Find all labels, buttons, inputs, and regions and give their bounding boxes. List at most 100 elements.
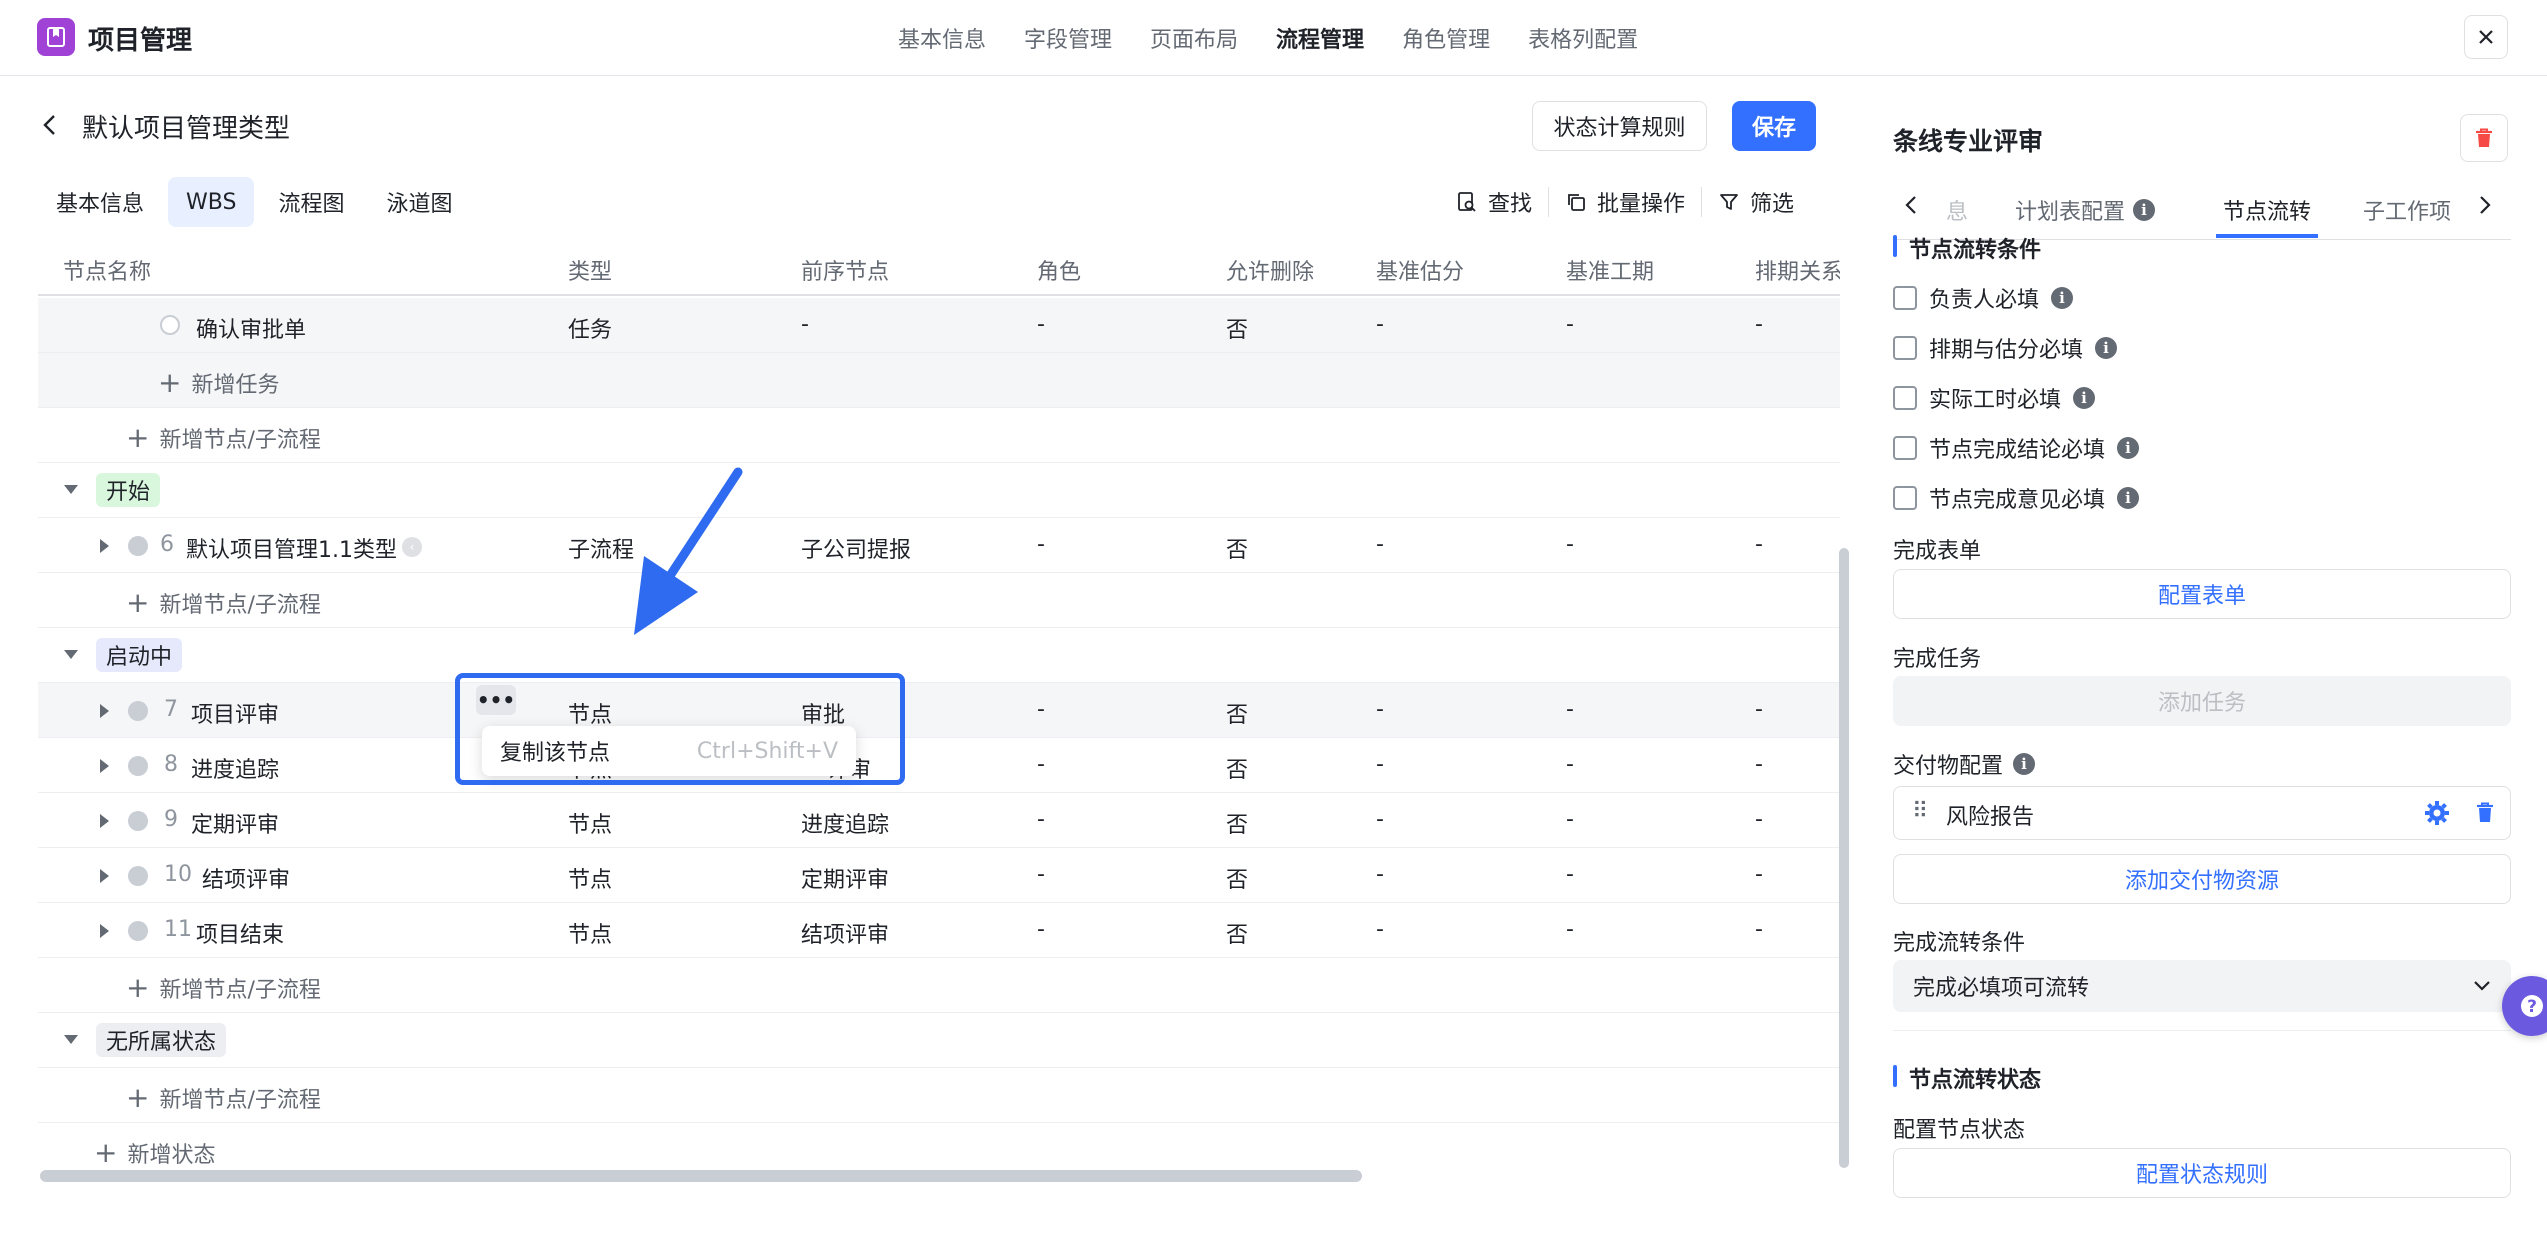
table-row[interactable]: 9 定期评审 节点 进度追踪 - 否 - - - — [38, 793, 1840, 848]
info-icon: i — [2095, 337, 2118, 359]
tab-prev-arrow[interactable] — [1903, 194, 1919, 216]
add-task-button[interactable]: 添加任务 — [1893, 676, 2511, 726]
panel-tabs: 息 计划表配置 i 节点流转 子工作项 — [1893, 180, 2511, 240]
wbs-table: 节点名称 类型 前序节点 角色 允许删除 基准估分 基准工期 排期关系 确认审批… — [38, 240, 1840, 1170]
check-schedule-required[interactable]: 排期与估分必填 i — [1893, 332, 2118, 364]
status-group-running[interactable]: 启动中 — [38, 628, 1840, 683]
table-row[interactable]: 7 项目评审 节点 审批 - 否 - - - — [38, 683, 1840, 738]
flow-condition-select[interactable]: 完成必填项可流转 — [1893, 960, 2511, 1012]
add-node-button[interactable]: + 新增节点/子流程 — [126, 972, 321, 1004]
node-estimate: - — [1376, 752, 1384, 777]
help-button[interactable]: ? — [2502, 976, 2547, 1036]
col-deletable: 允许删除 — [1226, 260, 1315, 285]
table-row[interactable]: 10 结项评审 节点 定期评审 - 否 - - - — [38, 848, 1840, 903]
checkbox[interactable] — [1893, 286, 1917, 310]
tab-sub-workitem[interactable]: 子工作项 — [2363, 194, 2451, 226]
plus-icon: + — [126, 971, 150, 1004]
check-conclusion-required[interactable]: 节点完成结论必填 i — [1893, 432, 2140, 464]
add-node-button[interactable]: + 新增节点/子流程 — [126, 587, 321, 619]
tab-page-layout[interactable]: 页面布局 — [1150, 22, 1238, 54]
tab-plan-config[interactable]: 计划表配置 i — [2015, 194, 2156, 226]
batch-button[interactable]: 批量操作 — [1549, 186, 1701, 218]
table-row[interactable]: 确认审批单 任务 - - 否 - - - — [38, 298, 1840, 353]
node-name: 默认项目管理1.1类型 — [186, 538, 397, 563]
expand-icon[interactable] — [100, 814, 109, 828]
deliverable-item[interactable]: ⠿ 风险报告 — [1893, 786, 2511, 840]
tab-wbs[interactable]: WBS — [168, 177, 255, 227]
horizontal-scrollbar[interactable] — [40, 1170, 1362, 1182]
tab-role-management[interactable]: 角色管理 — [1402, 22, 1490, 54]
tab-next-arrow[interactable] — [2477, 194, 2493, 216]
tab-table-columns[interactable]: 表格列配置 — [1528, 22, 1638, 54]
expand-icon[interactable] — [100, 704, 109, 718]
add-task-button[interactable]: + 新增任务 — [158, 367, 279, 399]
delete-node-button[interactable] — [2460, 114, 2508, 162]
table-row[interactable]: 11 项目结束 节点 结项评审 - 否 - - - — [38, 903, 1840, 958]
node-name: 结项评审 — [202, 868, 291, 893]
drag-handle-icon[interactable]: ⠿ — [1912, 799, 1928, 824]
status-group-none[interactable]: 无所属状态 — [38, 1013, 1840, 1068]
node-duration: - — [1566, 917, 1574, 942]
node-role: - — [1037, 917, 1045, 942]
search-button[interactable]: 查找 — [1440, 186, 1548, 218]
node-index: 10 — [164, 862, 192, 887]
tab-basic-info[interactable]: 基本信息 — [898, 22, 986, 54]
node-duration: - — [1566, 532, 1574, 557]
back-icon[interactable] — [40, 113, 60, 143]
node-role: - — [1037, 752, 1045, 777]
node-role: - — [1037, 807, 1045, 832]
filter-button[interactable]: 筛选 — [1702, 186, 1810, 218]
checkbox[interactable] — [1893, 386, 1917, 410]
deliverable-label: 交付物配置 i — [1893, 748, 2036, 780]
status-rule-button[interactable]: 状态计算规则 — [1532, 101, 1707, 151]
info-icon: i — [2073, 387, 2096, 409]
col-prev: 前序节点 — [801, 260, 890, 285]
checkbox[interactable] — [1893, 486, 1917, 510]
subflow-link-icon[interactable]: ‹ — [402, 537, 422, 557]
node-prev: 结项评审 — [801, 923, 890, 948]
tab-flow-management[interactable]: 流程管理 — [1276, 22, 1364, 54]
tab-swimlane[interactable]: 泳道图 — [368, 177, 470, 227]
col-node-name: 节点名称 — [63, 260, 152, 285]
expand-icon[interactable] — [100, 539, 109, 553]
config-form-button[interactable]: 配置表单 — [1893, 569, 2511, 619]
checkbox[interactable] — [1893, 336, 1917, 360]
add-deliverable-button[interactable]: 添加交付物资源 — [1893, 854, 2511, 904]
complete-form-label: 完成表单 — [1893, 539, 1982, 564]
table-row[interactable]: 6 默认项目管理1.1类型 ‹ 子流程 子公司提报 - 否 - - - — [38, 518, 1840, 573]
table-row[interactable]: 8 进度追踪 节点 评审 - 否 - - - — [38, 738, 1840, 793]
expand-icon[interactable] — [100, 924, 109, 938]
tab-basic[interactable]: 基本信息 — [38, 177, 162, 227]
settings-gear-icon[interactable] — [2424, 800, 2450, 832]
tab-info-partial[interactable]: 息 — [1946, 194, 1968, 226]
node-index: 11 — [164, 917, 192, 942]
tab-node-flow[interactable]: 节点流转 — [2223, 194, 2311, 226]
collapse-icon[interactable] — [64, 485, 78, 494]
tab-flowchart[interactable]: 流程图 — [260, 177, 362, 227]
vertical-scrollbar[interactable] — [1839, 548, 1849, 1168]
status-dot-icon — [128, 701, 148, 721]
delete-deliverable-icon[interactable] — [2474, 801, 2496, 831]
checkbox[interactable] — [1893, 436, 1917, 460]
node-duration: - — [1566, 312, 1574, 337]
add-status-button[interactable]: + 新增状态 — [94, 1137, 215, 1169]
save-button[interactable]: 保存 — [1732, 101, 1816, 151]
close-button[interactable] — [2464, 15, 2508, 59]
config-status-button[interactable]: 配置状态规则 — [1893, 1148, 2511, 1198]
add-node-row: + 新增节点/子流程 — [38, 408, 1840, 463]
check-hours-required[interactable]: 实际工时必填 i — [1893, 382, 2096, 414]
add-node-button[interactable]: + 新增节点/子流程 — [126, 1082, 321, 1114]
node-duration: - — [1566, 807, 1574, 832]
check-opinion-required[interactable]: 节点完成意见必填 i — [1893, 482, 2140, 514]
collapse-icon[interactable] — [64, 1035, 78, 1044]
tab-field-management[interactable]: 字段管理 — [1024, 22, 1112, 54]
view-tabs: 基本信息 WBS 流程图 泳道图 — [38, 177, 476, 227]
status-group-start[interactable]: 开始 — [38, 463, 1840, 518]
node-schedule: - — [1755, 312, 1763, 337]
close-icon — [2479, 30, 2493, 44]
add-node-button[interactable]: + 新增节点/子流程 — [126, 422, 321, 454]
check-owner-required[interactable]: 负责人必填 i — [1893, 282, 2074, 314]
expand-icon[interactable] — [100, 759, 109, 773]
collapse-icon[interactable] — [64, 650, 78, 659]
expand-icon[interactable] — [100, 869, 109, 883]
